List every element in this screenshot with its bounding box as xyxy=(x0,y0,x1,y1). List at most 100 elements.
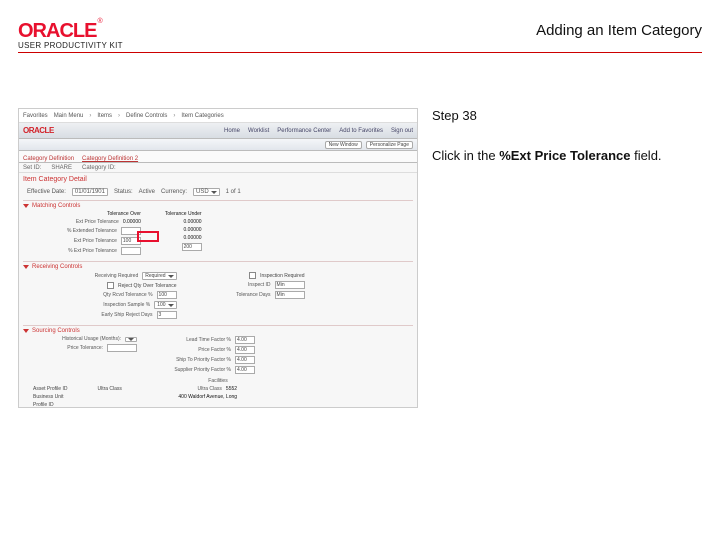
currency-select[interactable]: USD xyxy=(193,188,220,196)
ultra-class-val: 5552 xyxy=(226,386,237,392)
effdate-label: Effective Date: xyxy=(27,189,66,195)
pct-ext-tol-input[interactable] xyxy=(121,227,141,235)
new-window-button[interactable]: New Window xyxy=(325,141,362,149)
instr-field-name: %Ext Price Tolerance xyxy=(499,148,630,163)
facilities-grid: Asset Profile ID Business Unit Profile I… xyxy=(23,384,413,408)
ext-price-tol2-input[interactable]: 100 xyxy=(121,237,141,245)
supplier-pri-label: Supplier Priority Factor % xyxy=(161,367,231,373)
tab-cat-def2[interactable]: Category Definition 2 xyxy=(82,156,138,162)
ultra-class-head: Ultra Class xyxy=(97,386,121,392)
shipto-input[interactable]: 4.00 xyxy=(235,356,255,364)
ext-price-tol-val: 0.00000 xyxy=(123,219,141,225)
crumb-main[interactable]: Main Menu xyxy=(54,113,84,119)
pager: 1 of 1 xyxy=(226,189,241,195)
tol-under-0: 0.00000 xyxy=(184,219,202,225)
status-value: Active xyxy=(139,189,155,195)
crumb-items[interactable]: Items xyxy=(97,113,112,119)
reject-qty-label: Reject Qty Over Tolerance xyxy=(118,283,177,289)
nav-perf[interactable]: Performance Center xyxy=(277,128,331,134)
price-tol-label: Price Tolerance: xyxy=(33,345,103,351)
crumb-favorites[interactable]: Favorites xyxy=(23,113,48,119)
instruction-pane: Step 38 Click in the %Ext Price Toleranc… xyxy=(418,108,702,418)
product-line: USER PRODUCTIVITY KIT xyxy=(18,41,702,53)
insp-sample-label: Inspection Sample % xyxy=(80,302,150,308)
matching-panel: Matching Controls Tolerance Over Ext Pri… xyxy=(23,200,413,259)
early-ship-label: Early Ship Reject Days xyxy=(83,312,153,318)
bu-label: Business Unit xyxy=(33,394,67,400)
tab-cat-def[interactable]: Category Definition xyxy=(23,156,74,162)
profile-id-label: Profile ID xyxy=(33,402,67,408)
sourcing-panel: Sourcing Controls Historical Usage (Mont… xyxy=(23,325,413,408)
hist-usage-label: Historical Usage (Months): xyxy=(51,336,121,342)
effdate-select[interactable]: 01/01/1901 xyxy=(72,188,108,196)
receiving-title: Receiving Controls xyxy=(32,264,82,270)
asset-profile-label: Asset Profile ID xyxy=(33,386,67,392)
tol-under-2: 0.00000 xyxy=(184,235,202,241)
setid-label: Set ID: xyxy=(23,165,41,171)
nav-signout[interactable]: Sign out xyxy=(391,128,413,134)
currency-label: Currency: xyxy=(161,189,187,195)
qty-rcvd-label: Qty Rcvd Tolerance % xyxy=(83,292,153,298)
collapse-icon[interactable] xyxy=(23,329,29,333)
tol-under-head: Tolerance Under xyxy=(165,211,202,217)
app-bar: ORACLE Home Worklist Performance Center … xyxy=(19,123,417,139)
tol-days-input[interactable]: Min xyxy=(275,291,305,299)
instr-prefix: Click in the xyxy=(432,148,499,163)
crumb-itemcat[interactable]: Item Categories xyxy=(181,113,223,119)
inspect-id-input[interactable]: Min xyxy=(275,281,305,289)
setid-value: SHARE xyxy=(51,165,72,171)
sourcing-title: Sourcing Controls xyxy=(32,328,80,334)
qty-rcvd-input[interactable]: 100 xyxy=(157,291,177,299)
insp-req-label: Inspection Required xyxy=(260,273,304,279)
price-tol-input[interactable] xyxy=(107,344,137,352)
shipto-label: Ship To Priority Factor % xyxy=(161,357,231,363)
chevron-right-icon: › xyxy=(118,113,120,119)
chevron-down-icon xyxy=(168,275,174,278)
instr-suffix: field. xyxy=(630,148,661,163)
app-screenshot: Favorites Main Menu › Items › Define Con… xyxy=(18,108,418,408)
collapse-icon[interactable] xyxy=(23,265,29,269)
crumb-define[interactable]: Define Controls xyxy=(126,113,167,119)
page-title: Adding an Item Category xyxy=(536,22,702,39)
section-title: Item Category Detail xyxy=(19,173,417,186)
tol-over-head: Tolerance Over xyxy=(107,211,141,217)
app-brand: ORACLE xyxy=(23,126,54,135)
page-header: ORACLE ® USER PRODUCTIVITY KIT Adding an… xyxy=(18,20,702,60)
pct-ext-tol-label: % Extended Tolerance xyxy=(47,228,117,234)
ext-price-tol2-label: Ext Price Tolerance xyxy=(47,238,117,244)
instruction-body: Click in the %Ext Price Tolerance field. xyxy=(432,147,702,165)
insp-req-checkbox[interactable] xyxy=(249,272,256,279)
pct-ext-price-tol-label: % Ext Price Tolerance xyxy=(47,248,117,254)
breadcrumb: Favorites Main Menu › Items › Define Con… xyxy=(19,109,417,123)
record-nav: Set ID: SHARE Category ID: xyxy=(19,163,417,173)
content-row: Favorites Main Menu › Items › Define Con… xyxy=(18,108,702,418)
recv-req-select[interactable]: Required xyxy=(142,272,176,280)
filter-row: Effective Date: 01/01/1901 Status: Activ… xyxy=(19,186,417,198)
tol-under-3-input[interactable]: 200 xyxy=(182,243,202,251)
personalize-button[interactable]: Personalize Page xyxy=(366,141,413,149)
early-ship-input[interactable]: 3 xyxy=(157,311,177,319)
lead-time-input[interactable]: 4.00 xyxy=(235,336,255,344)
nav-worklist[interactable]: Worklist xyxy=(248,128,269,134)
nav-fav[interactable]: Add to Favorites xyxy=(339,128,383,134)
insp-sample-select[interactable]: 100 xyxy=(154,301,176,309)
status-label: Status: xyxy=(114,189,133,195)
receiving-panel: Receiving Controls Receiving RequiredReq… xyxy=(23,261,413,323)
ultra-class-label: Ultra Class xyxy=(152,386,222,392)
hist-usage-select[interactable] xyxy=(125,337,137,342)
price-factor-input[interactable]: 4.00 xyxy=(235,346,255,354)
sub-bar: New Window Personalize Page xyxy=(19,139,417,151)
matching-title: Matching Controls xyxy=(32,203,80,209)
pct-ext-price-tol-input[interactable] xyxy=(121,247,141,255)
supplier-pri-input[interactable]: 4.00 xyxy=(235,366,255,374)
registered-icon: ® xyxy=(97,18,102,25)
nav-home[interactable]: Home xyxy=(224,128,240,134)
chevron-right-icon: › xyxy=(89,113,91,119)
lead-time-label: Lead Time Factor % xyxy=(161,337,231,343)
collapse-icon[interactable] xyxy=(23,204,29,208)
oracle-text: ORACLE xyxy=(18,20,96,43)
reject-qty-checkbox[interactable] xyxy=(107,282,114,289)
tol-days-label: Tolerance Days xyxy=(201,292,271,298)
chevron-down-icon xyxy=(168,304,174,307)
step-label: Step 38 xyxy=(432,108,702,123)
